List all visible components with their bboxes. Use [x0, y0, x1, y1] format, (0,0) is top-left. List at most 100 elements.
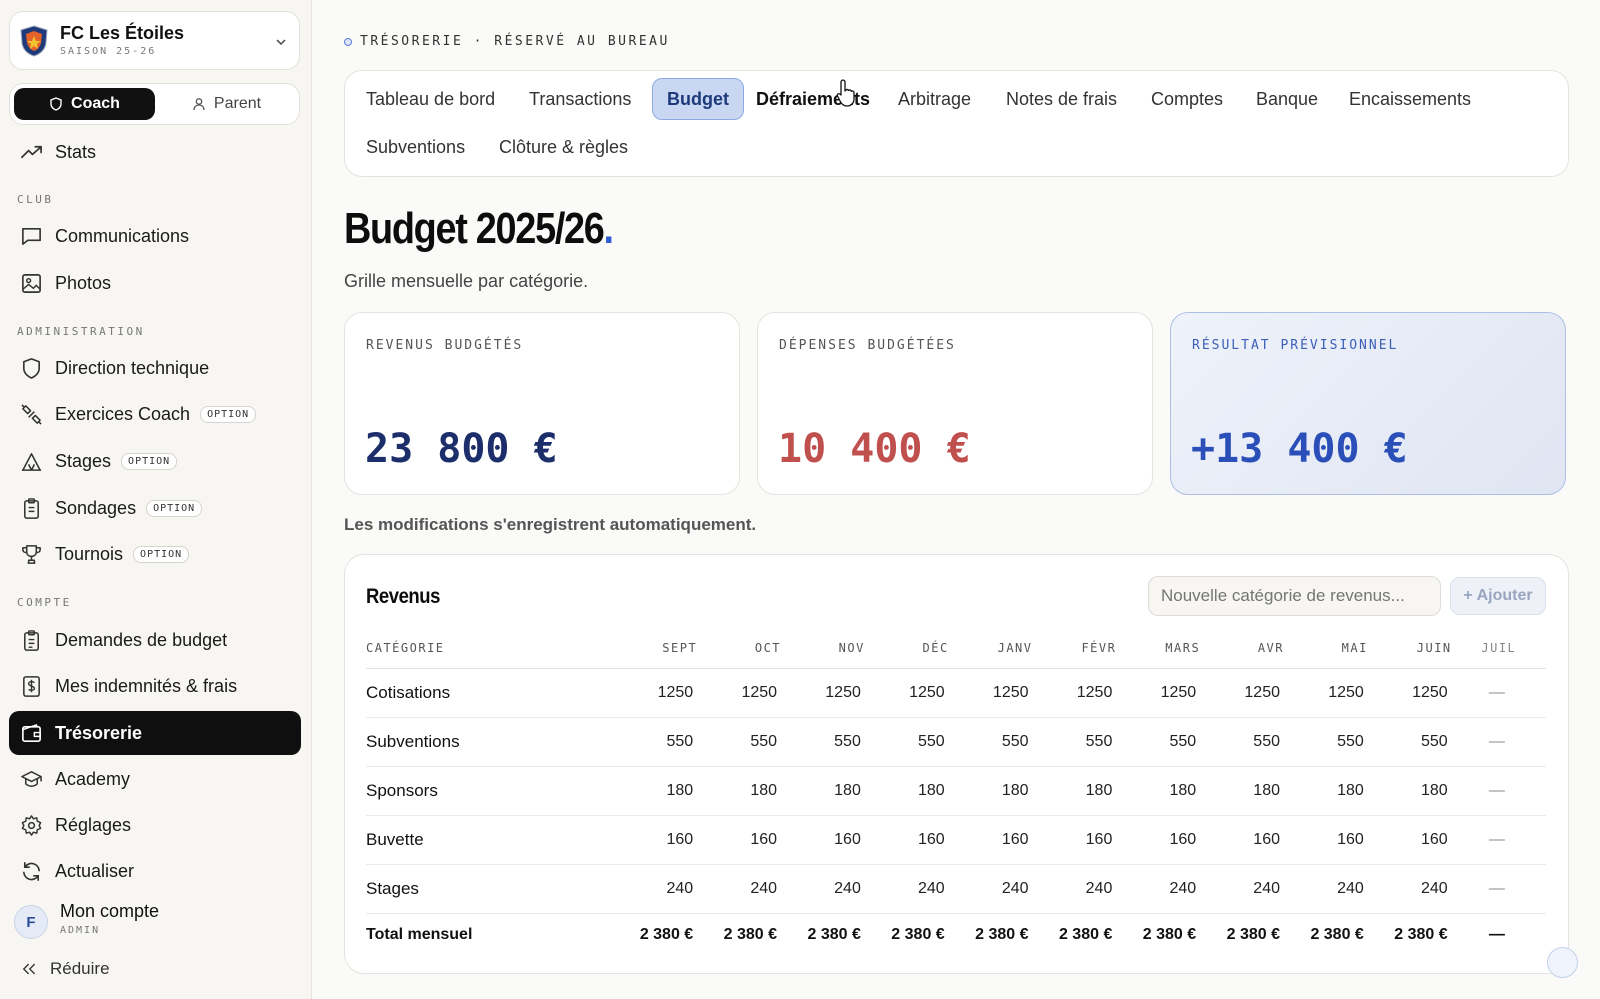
amount-cell[interactable]: 180	[1367, 766, 1452, 816]
sidebar-item-tournois[interactable]: Tournois OPTION	[9, 532, 301, 576]
tab-arbitrage[interactable]: Arbitrage	[884, 78, 985, 120]
tab-comptes[interactable]: Comptes	[1137, 78, 1237, 120]
amount-cell[interactable]: 160	[948, 815, 1033, 865]
amount-cell[interactable]: 240	[1284, 864, 1368, 914]
amount-cell[interactable]: 160	[1032, 815, 1117, 865]
tab-tableau-de-bord[interactable]: Tableau de bord	[352, 78, 509, 120]
amount-cell[interactable]: 240	[1116, 864, 1201, 914]
tab-subventions[interactable]: Subventions	[352, 126, 479, 168]
total-cell: 2 380 €	[1142, 925, 1197, 943]
amount-cell[interactable]: 160	[864, 815, 949, 865]
amount-cell[interactable]: 160	[1284, 815, 1368, 865]
floating-help-button[interactable]	[1547, 947, 1578, 978]
amount-cell[interactable]: 180	[948, 766, 1033, 816]
new-category-input[interactable]	[1148, 576, 1441, 616]
sidebar-item-exercices-coach[interactable]: Exercices Coach OPTION	[9, 392, 301, 436]
graduation-cap-icon	[21, 770, 42, 787]
amount-cell[interactable]: 160	[1200, 815, 1284, 865]
tab-encaissements[interactable]: Encaissements	[1335, 78, 1485, 120]
amount-cell[interactable]: 1250	[864, 668, 949, 718]
amount-cell[interactable]: 240	[864, 864, 949, 914]
tab-transactions[interactable]: Transactions	[515, 78, 645, 120]
amount-cell[interactable]: 240	[697, 864, 782, 914]
tab-cloture-regles[interactable]: Clôture & règles	[485, 126, 642, 168]
amount-cell[interactable]: 1250	[614, 668, 698, 718]
sidebar: FC Les Étoiles SAISON 25-26 Coach Parent…	[0, 0, 312, 999]
sidebar-item-direction-technique[interactable]: Direction technique	[9, 346, 301, 390]
amount-cell[interactable]: 550	[1200, 717, 1284, 767]
amount-cell[interactable]: 180	[781, 766, 865, 816]
amount-cell[interactable]: 180	[1032, 766, 1117, 816]
amount-cell[interactable]: 550	[948, 717, 1033, 767]
sidebar-item-sondages[interactable]: Sondages OPTION	[9, 486, 301, 530]
amount-cell[interactable]: 1250	[1032, 668, 1117, 718]
amount-cell[interactable]: 160	[781, 815, 865, 865]
amount-cell[interactable]: 180	[864, 766, 949, 816]
sidebar-item-stats[interactable]: Stats	[9, 130, 301, 174]
mouse-pointer-icon	[836, 79, 855, 107]
amount-cell[interactable]: 160	[697, 815, 782, 865]
amount-cell[interactable]: 1250	[1367, 668, 1452, 718]
category-cell[interactable]: Sponsors	[366, 766, 615, 816]
amount-cell[interactable]: 240	[781, 864, 865, 914]
sidebar-item-label: Stats	[55, 141, 97, 162]
amount-cell[interactable]: 240	[614, 864, 698, 914]
tab-notes-de-frais[interactable]: Notes de frais	[992, 78, 1131, 120]
sidebar-item-reglages[interactable]: Réglages	[9, 803, 301, 847]
amount-cell[interactable]: 160	[614, 815, 698, 865]
account-menu[interactable]: F Mon compte ADMIN	[14, 899, 294, 939]
amount-cell[interactable]: 180	[614, 766, 698, 816]
tab-banque[interactable]: Banque	[1242, 78, 1332, 120]
add-category-button[interactable]: + Ajouter	[1450, 577, 1546, 615]
amount-cell[interactable]: 160	[1116, 815, 1201, 865]
amount-cell[interactable]: 550	[614, 717, 698, 767]
amount-cell[interactable]: 1250	[1200, 668, 1284, 718]
amount-cell[interactable]: 1250	[948, 668, 1033, 718]
role-coach-button[interactable]: Coach	[14, 88, 155, 120]
role-parent-button[interactable]: Parent	[156, 88, 297, 120]
category-cell[interactable]: Subventions	[366, 717, 615, 767]
category-cell[interactable]: Buvette	[366, 815, 615, 865]
amount-cell[interactable]: 1250	[1116, 668, 1201, 718]
amount-cell[interactable]: 550	[1367, 717, 1452, 767]
amount-cell[interactable]: —	[1451, 717, 1546, 767]
tab-budget[interactable]: Budget	[652, 78, 744, 120]
tab-defraiements[interactable]: Défraiements	[742, 78, 884, 120]
sidebar-item-indemnites[interactable]: Mes indemnités & frais	[9, 664, 301, 708]
amount-cell[interactable]: 550	[1284, 717, 1368, 767]
sidebar-item-photos[interactable]: Photos	[9, 261, 301, 305]
amount-cell[interactable]: 240	[1200, 864, 1284, 914]
amount-cell[interactable]: —	[1451, 815, 1546, 865]
sidebar-item-communications[interactable]: Communications	[9, 214, 301, 258]
amount-cell[interactable]: 180	[1116, 766, 1201, 816]
category-cell[interactable]: Stages	[366, 864, 615, 914]
amount-cell[interactable]: 550	[781, 717, 865, 767]
total-cell: 2 380 €	[807, 925, 861, 943]
amount-cell[interactable]: —	[1451, 766, 1546, 816]
amount-cell[interactable]: 1250	[781, 668, 865, 718]
sidebar-item-stages[interactable]: Stages OPTION	[9, 439, 301, 483]
category-cell[interactable]: Cotisations	[366, 668, 615, 718]
club-selector[interactable]: FC Les Étoiles SAISON 25-26	[9, 11, 300, 70]
amount-cell[interactable]: 550	[864, 717, 949, 767]
amount-cell[interactable]: —	[1451, 864, 1546, 914]
amount-cell[interactable]: —	[1451, 668, 1546, 718]
kpi-value: 23 800 €	[365, 426, 558, 472]
amount-cell[interactable]: 180	[1284, 766, 1368, 816]
amount-cell[interactable]: 1250	[1284, 668, 1368, 718]
amount-cell[interactable]: 240	[1032, 864, 1117, 914]
amount-cell[interactable]: 550	[1032, 717, 1117, 767]
amount-cell[interactable]: 240	[948, 864, 1033, 914]
amount-cell[interactable]: 240	[1367, 864, 1452, 914]
amount-cell[interactable]: 160	[1367, 815, 1452, 865]
amount-cell[interactable]: 550	[1116, 717, 1201, 767]
amount-cell[interactable]: 550	[697, 717, 782, 767]
amount-cell[interactable]: 180	[1200, 766, 1284, 816]
sidebar-item-demandes-budget[interactable]: Demandes de budget	[9, 618, 301, 662]
sidebar-item-actualiser[interactable]: Actualiser	[9, 849, 301, 893]
sidebar-item-academy[interactable]: Academy	[9, 757, 301, 801]
sidebar-item-tresorerie[interactable]: Trésorerie	[9, 711, 301, 755]
collapse-sidebar-button[interactable]: Réduire	[9, 947, 301, 991]
amount-cell[interactable]: 1250	[697, 668, 782, 718]
amount-cell[interactable]: 180	[697, 766, 782, 816]
